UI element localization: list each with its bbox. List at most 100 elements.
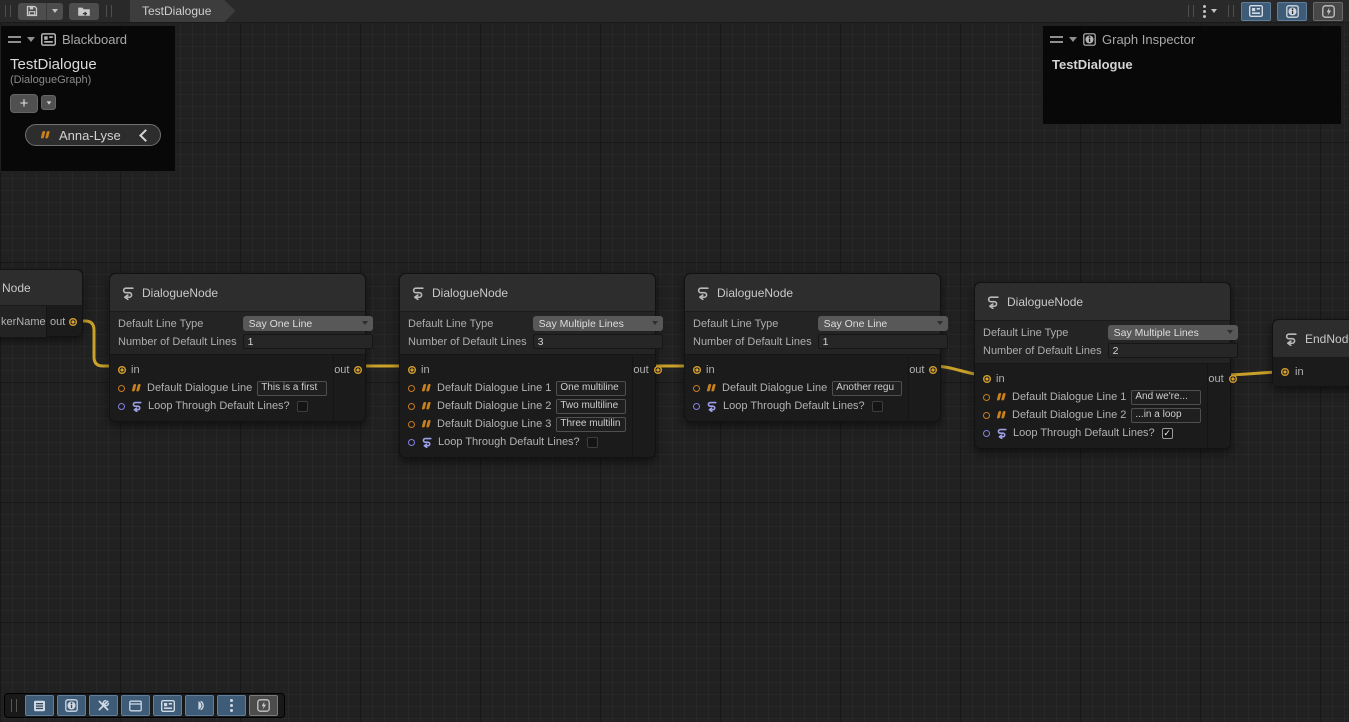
- loop-port[interactable]: [118, 403, 125, 410]
- out-port[interactable]: [1229, 375, 1237, 383]
- dialogue-line-field[interactable]: This is a first: [257, 381, 327, 396]
- string-quote-icon: [705, 383, 717, 393]
- string-quote-icon: [420, 383, 432, 393]
- chevron-left-icon[interactable]: [139, 129, 152, 142]
- end-node[interactable]: EndNode in: [1272, 319, 1349, 387]
- num-lines-field[interactable]: 2: [1108, 343, 1238, 358]
- save-dropdown-button[interactable]: [47, 3, 63, 20]
- dialogue-line-port[interactable]: [408, 385, 415, 392]
- dialogue-line-field[interactable]: One multiline: [556, 381, 626, 396]
- spark-button[interactable]: [249, 695, 278, 716]
- string-quote-icon: [995, 392, 1007, 402]
- dialogue-line-field[interactable]: Two multiline: [556, 399, 626, 414]
- in-port-label: in: [706, 364, 715, 376]
- speaker-name-field[interactable]: kerName: [0, 306, 46, 337]
- add-property-dropdown-button[interactable]: [41, 95, 56, 110]
- loop-checkbox[interactable]: [587, 437, 598, 448]
- overflow-menu-icon[interactable]: [1203, 5, 1206, 18]
- inspector-toggle-button[interactable]: [1277, 2, 1307, 21]
- preview-icon: [193, 699, 206, 712]
- num-lines-field[interactable]: 1: [243, 334, 373, 349]
- window-button[interactable]: [121, 695, 150, 716]
- out-port[interactable]: [929, 366, 937, 374]
- loop-checkbox[interactable]: ✓: [1162, 428, 1173, 439]
- preview-toggle-button[interactable]: [1313, 2, 1343, 21]
- blackboard-button[interactable]: [153, 695, 182, 716]
- drag-handle-icon[interactable]: [1050, 36, 1063, 43]
- tab-label: TestDialogue: [142, 4, 211, 18]
- dialogue-node-1[interactable]: DialogueNode Default Line Type Say One L…: [109, 273, 366, 422]
- line-type-label: Default Line Type: [118, 318, 237, 330]
- preview-button[interactable]: [185, 695, 214, 716]
- dropdown-caret-icon: [937, 321, 943, 325]
- dialogue-node-icon: [695, 285, 710, 300]
- start-node[interactable]: Node kerName out: [0, 269, 83, 337]
- save-button[interactable]: [18, 3, 63, 20]
- in-port[interactable]: [983, 375, 991, 383]
- blackboard-toggle-button[interactable]: [1241, 2, 1271, 21]
- loop-port[interactable]: [408, 439, 415, 446]
- out-port[interactable]: [654, 366, 662, 374]
- dialogue-line-port[interactable]: [118, 385, 125, 392]
- in-port-label: in: [421, 364, 430, 376]
- graph-inspector-header[interactable]: Graph Inspector: [1043, 26, 1341, 51]
- dialogue-line-label: Default Dialogue Line 3: [437, 418, 551, 430]
- dialogue-line-port[interactable]: [408, 421, 415, 428]
- out-port[interactable]: [69, 318, 77, 326]
- tab-testdialogue[interactable]: TestDialogue: [130, 0, 235, 22]
- dialogue-line-field[interactable]: Another regu: [832, 381, 902, 396]
- overflow-menu-caret[interactable]: [1211, 9, 1217, 13]
- toolbar-drag-handle[interactable]: [11, 699, 17, 712]
- dialogue-line-field[interactable]: Three multilin: [556, 417, 626, 432]
- num-lines-label: Number of Default Lines: [983, 345, 1102, 357]
- drag-handle-icon[interactable]: [8, 36, 21, 43]
- tools-button[interactable]: [89, 695, 118, 716]
- graph-asset-type: (DialogueGraph): [10, 74, 175, 86]
- spark-icon: [257, 699, 270, 712]
- dialogue-line-field[interactable]: And we're...: [1131, 390, 1201, 405]
- in-port[interactable]: [408, 366, 416, 374]
- dialogue-line-label: Default Dialogue Line: [147, 382, 252, 394]
- dialogue-line-port[interactable]: [983, 394, 990, 401]
- loop-checkbox[interactable]: [872, 401, 883, 412]
- out-port[interactable]: [354, 366, 362, 374]
- dialogue-node-3[interactable]: DialogueNode Default Line Type Say One L…: [684, 273, 941, 422]
- graph-asset-name: TestDialogue: [10, 56, 175, 73]
- toolbar-drag-handle[interactable]: [5, 5, 11, 17]
- loop-label: Loop Through Default Lines?: [1013, 427, 1155, 439]
- blackboard-header[interactable]: Blackboard: [1, 26, 175, 51]
- dialogue-line-port[interactable]: [408, 403, 415, 410]
- in-port[interactable]: [118, 366, 126, 374]
- add-property-button[interactable]: +: [10, 94, 38, 113]
- dialogue-node-2[interactable]: DialogueNode Default Line Type Say Multi…: [399, 273, 656, 458]
- node-title: DialogueNode: [432, 286, 508, 300]
- dialogue-line-field[interactable]: ...in a loop: [1131, 408, 1201, 423]
- dialogue-node-4[interactable]: DialogueNode Default Line Type Say Multi…: [974, 282, 1231, 449]
- console-button[interactable]: [25, 695, 54, 716]
- loop-port[interactable]: [983, 430, 990, 437]
- collapse-arrow-icon[interactable]: [27, 37, 35, 42]
- overflow-menu-button[interactable]: [217, 695, 246, 716]
- num-lines-field[interactable]: 3: [533, 334, 663, 349]
- inspector-button[interactable]: [57, 695, 86, 716]
- in-port[interactable]: [1281, 368, 1289, 376]
- dialogue-line-port[interactable]: [693, 385, 700, 392]
- toolbar-separator: [106, 5, 112, 17]
- line-type-dropdown[interactable]: Say One Line: [243, 316, 373, 331]
- loop-port[interactable]: [693, 403, 700, 410]
- loop-checkbox[interactable]: [297, 401, 308, 412]
- inspected-graph-name: TestDialogue: [1052, 57, 1341, 72]
- in-port[interactable]: [693, 366, 701, 374]
- collapse-arrow-icon[interactable]: [1069, 37, 1077, 42]
- num-lines-label: Number of Default Lines: [408, 336, 527, 348]
- num-lines-field[interactable]: 1: [818, 334, 948, 349]
- loop-label: Loop Through Default Lines?: [148, 400, 290, 412]
- open-asset-button[interactable]: [69, 3, 99, 20]
- line-type-dropdown[interactable]: Say Multiple Lines: [1108, 325, 1238, 340]
- line-type-dropdown[interactable]: Say One Line: [818, 316, 948, 331]
- line-type-dropdown[interactable]: Say Multiple Lines: [533, 316, 663, 331]
- blackboard-property-anna-lyse[interactable]: Anna-Lyse: [25, 124, 161, 146]
- dialogue-line-port[interactable]: [983, 412, 990, 419]
- top-toolbar: TestDialogue: [0, 0, 1349, 23]
- end-node-icon: [1283, 331, 1298, 346]
